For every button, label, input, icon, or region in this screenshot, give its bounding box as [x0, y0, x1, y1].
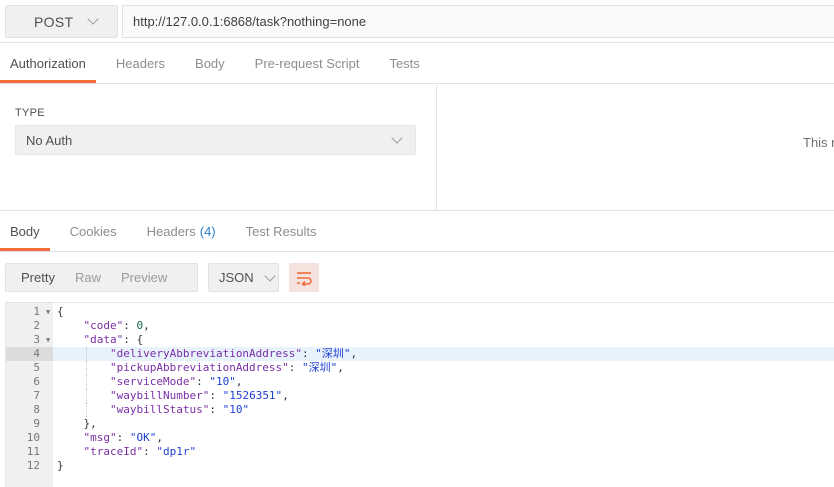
code-line: 11 "traceId": "dp1r": [6, 445, 834, 459]
code-line: 8 "waybillStatus": "10": [6, 403, 834, 417]
code-line: 12 }: [6, 459, 834, 473]
tab-body[interactable]: Body: [185, 43, 235, 83]
response-body-editor[interactable]: 1 ▼ { 2 "code": 0, 3 ▼ "data": { 4 "deli…: [5, 302, 834, 487]
auth-panel: TYPE No Auth: [0, 85, 437, 211]
line-number: 6: [33, 375, 40, 388]
line-number: 2: [33, 319, 40, 332]
line-number: 5: [33, 361, 40, 374]
chevron-down-icon: [87, 13, 99, 25]
code-line: 3 ▼ "data": {: [6, 333, 834, 347]
wrap-lines-button[interactable]: [289, 263, 319, 292]
json-key: "waybillStatus": [109, 403, 210, 416]
code-line: 4 "deliveryAbbreviationAddress": "深圳",: [6, 347, 834, 361]
json-key: "waybillNumber": [109, 389, 210, 402]
tab-label: Body: [10, 223, 40, 239]
chevron-down-icon: [264, 269, 276, 282]
json-key: "msg": [83, 431, 117, 444]
code-line: 10 "msg": "OK",: [6, 431, 834, 445]
format-select[interactable]: JSON: [208, 263, 279, 292]
json-string: "1526351": [222, 389, 283, 402]
json-number: 0: [136, 319, 144, 332]
method-label: POST: [34, 13, 74, 30]
line-number: 9: [33, 417, 40, 430]
json-key: "deliveryAbbreviationAddress": [109, 347, 303, 360]
json-punct: },: [83, 417, 97, 430]
json-punct: }: [57, 459, 64, 472]
auth-type-value: No Auth: [26, 132, 73, 148]
json-key: "data": [83, 333, 124, 346]
view-raw-button[interactable]: Raw: [60, 270, 101, 285]
auth-type-select[interactable]: No Auth: [15, 125, 416, 155]
tab-headers[interactable]: Headers: [106, 43, 175, 83]
json-string: "深圳": [302, 361, 338, 374]
code-line: 9 },: [6, 417, 834, 431]
line-number: 7: [33, 389, 40, 402]
json-key: "serviceMode": [109, 375, 197, 388]
code-line: 5 "pickupAbbreviationAddress": "深圳",: [6, 361, 834, 375]
method-select[interactable]: POST: [5, 5, 118, 38]
json-string: "10": [222, 403, 250, 416]
view-pretty-button[interactable]: Pretty: [6, 270, 55, 285]
json-key: "code": [83, 319, 124, 332]
auth-help-text: This r: [803, 135, 834, 150]
chevron-down-icon: [391, 132, 403, 144]
tab-label: Headers: [146, 223, 196, 239]
line-number: 11: [26, 445, 40, 458]
code-line: 1 ▼ {: [6, 305, 834, 319]
json-string: "10": [209, 375, 236, 388]
code-line: 7 "waybillNumber": "1526351",: [6, 389, 834, 403]
line-number: 8: [33, 403, 40, 416]
view-preview-button[interactable]: Preview: [106, 270, 167, 285]
json-key: "pickupAbbreviationAddress": [109, 361, 289, 374]
url-input[interactable]: http://127.0.0.1:6868/task?nothing=none: [122, 5, 834, 38]
view-mode-toggle: Pretty Raw Preview: [5, 263, 198, 292]
response-tabs: Body Cookies Headers (4) Test Results: [0, 211, 834, 252]
tab-test-results[interactable]: Test Results: [236, 211, 327, 251]
fold-arrow-icon[interactable]: ▼: [46, 333, 50, 347]
request-tabs: Authorization Headers Body Pre-request S…: [0, 43, 834, 84]
format-value: JSON: [219, 270, 254, 285]
code-line: 6 "serviceMode": "10",: [6, 375, 834, 389]
code-line: 2 "code": 0,: [6, 319, 834, 333]
tab-tests[interactable]: Tests: [379, 43, 429, 83]
line-number: 10: [26, 431, 40, 444]
tab-cookies[interactable]: Cookies: [60, 211, 127, 251]
line-number: 4: [6, 347, 53, 361]
auth-type-label: TYPE: [15, 107, 45, 119]
fold-arrow-icon[interactable]: ▼: [46, 305, 50, 319]
json-string: "dp1r": [156, 445, 197, 458]
tab-response-body[interactable]: Body: [0, 211, 50, 251]
line-number: 12: [26, 459, 40, 472]
tab-label: Test Results: [245, 223, 317, 239]
json-key: "traceId": [83, 445, 144, 458]
headers-count-badge: (4): [199, 223, 216, 239]
json-punct: {: [57, 305, 64, 318]
request-bar: POST http://127.0.0.1:6868/task?nothing=…: [0, 0, 834, 43]
json-string: "OK": [129, 431, 157, 444]
tab-response-headers[interactable]: Headers (4): [137, 211, 226, 251]
tab-authorization[interactable]: Authorization: [0, 43, 96, 83]
wrap-lines-icon: [297, 271, 312, 286]
json-string: "深圳": [315, 347, 351, 360]
tab-label: Cookies: [69, 223, 117, 239]
tab-pre-request-script[interactable]: Pre-request Script: [245, 43, 370, 83]
